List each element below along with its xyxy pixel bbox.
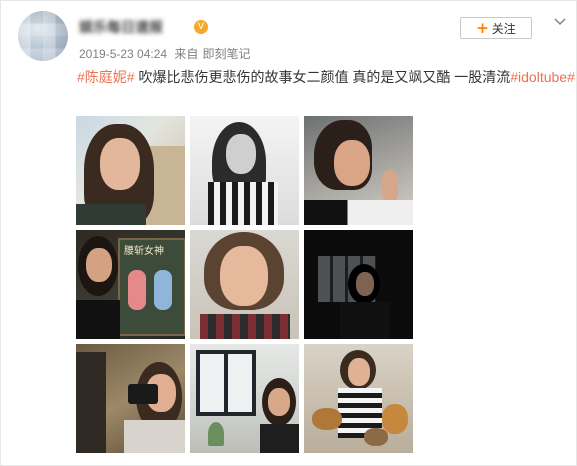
chevron-down-icon[interactable] [553, 15, 567, 29]
photo-thumbnail[interactable] [304, 344, 413, 453]
vip-badge-icon: V [194, 20, 208, 34]
face-shape [220, 246, 268, 306]
photo-thumbnail[interactable] [76, 344, 185, 453]
post-meta: 2019-5-23 04:24 来自 即刻笔记 [79, 45, 254, 62]
window-frame [224, 350, 228, 416]
photo-thumbnail[interactable]: 腰斩女神 [76, 230, 185, 339]
photo-thumbnail[interactable] [304, 230, 413, 339]
top-shape [200, 314, 290, 339]
cat-shape [382, 404, 408, 434]
chalkboard-text: 腰斩女神 [124, 246, 164, 257]
clothing-shape [124, 420, 185, 453]
photo-grid: 腰斩女神 [76, 116, 413, 453]
photo-thumbnail[interactable] [190, 344, 299, 453]
person-shape [76, 352, 106, 453]
drawing-figure [128, 270, 146, 310]
post-body: 吹爆比悲伤更悲伤的故事女二颜值 真的是又飒又酷 一股清流 [134, 69, 511, 85]
sweater-shape [304, 200, 413, 225]
plus-icon: + [476, 18, 489, 37]
drawing-figure [154, 270, 172, 310]
cat-shape [312, 408, 342, 430]
topic-tag-link[interactable]: #陈庭妮# [77, 69, 135, 85]
photo-thumbnail[interactable] [76, 116, 185, 225]
avatar[interactable] [18, 11, 68, 61]
post-text: #陈庭妮# 吹爆比悲伤更悲伤的故事女二颜值 真的是又飒又酷 一股清流#idolt… [77, 69, 575, 85]
face-shape [334, 140, 370, 186]
clothing-shape [260, 424, 299, 453]
face-shape [268, 388, 290, 416]
topic-tag-link[interactable]: #idoltube# [510, 69, 575, 85]
source-prefix: 来自 [174, 47, 199, 61]
photo-thumbnail[interactable] [190, 230, 299, 339]
photo-thumbnail[interactable] [304, 116, 413, 225]
camera-shape [128, 384, 158, 404]
face-shape [86, 248, 112, 282]
face-shape [348, 358, 370, 386]
clothing-shape [76, 204, 146, 225]
photo-thumbnail[interactable] [190, 116, 299, 225]
clothing-shape [340, 302, 390, 339]
hand-shape [382, 170, 398, 202]
username[interactable]: 娱乐每日速报 [79, 17, 163, 37]
post-source[interactable]: 即刻笔记 [202, 47, 250, 61]
plant-shape [208, 422, 224, 446]
striped-top-shape [208, 182, 278, 225]
face-shape [356, 272, 374, 296]
face-shape [100, 138, 140, 190]
avatar-mosaic [18, 11, 68, 61]
post-timestamp[interactable]: 2019-5-23 04:24 [79, 47, 167, 61]
face-shape [226, 134, 256, 174]
clothing-shape [76, 300, 120, 339]
follow-button[interactable]: + 关注 [460, 17, 532, 39]
cat-shape [364, 428, 388, 446]
follow-label: 关注 [491, 21, 516, 36]
weibo-post-card: 娱乐每日速报 V 2019-5-23 04:24 来自 即刻笔记 + 关注 #陈庭… [0, 0, 577, 466]
